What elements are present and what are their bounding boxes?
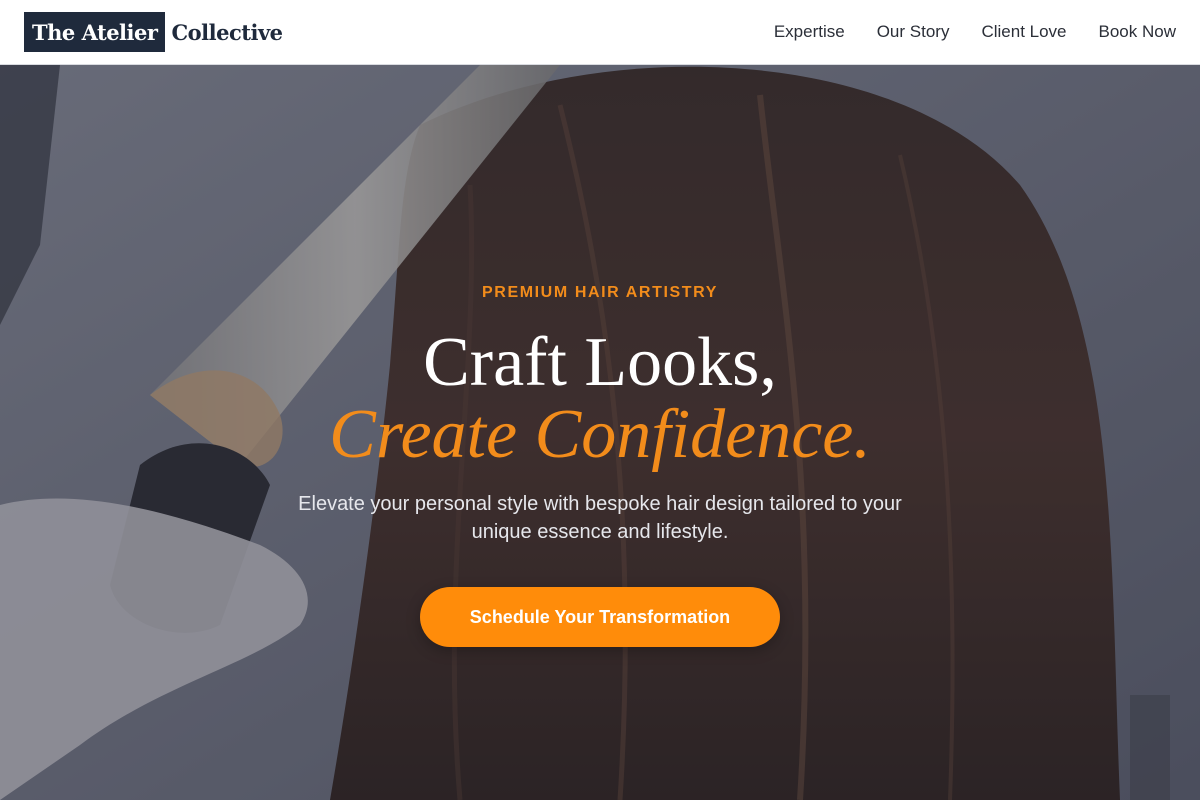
hero-headline-line1: Craft Looks,: [423, 324, 777, 401]
main-nav: Expertise Our Story Client Love Book Now: [742, 22, 1176, 42]
hero-section: PREMIUM HAIR ARTISTRY Craft Looks, Creat…: [0, 65, 1200, 800]
nav-link-expertise[interactable]: Expertise: [774, 22, 845, 42]
nav-link-client-love[interactable]: Client Love: [981, 22, 1066, 42]
hero-subtext: Elevate your personal style with bespoke…: [298, 493, 902, 543]
hero-eyebrow: PREMIUM HAIR ARTISTRY: [482, 284, 718, 301]
logo-boxed-text: The Atelier: [24, 12, 166, 52]
hero-content: PREMIUM HAIR ARTISTRY Craft Looks, Creat…: [0, 65, 1200, 800]
brand-logo[interactable]: The Atelier Collective: [24, 12, 283, 52]
site-header: The Atelier Collective Expertise Our Sto…: [0, 0, 1200, 65]
schedule-transformation-button[interactable]: Schedule Your Transformation: [420, 587, 780, 647]
hero-headline-line2: Create Confidence.: [329, 396, 871, 473]
nav-link-our-story[interactable]: Our Story: [877, 22, 950, 42]
logo-plain-text: Collective: [171, 19, 283, 45]
nav-link-book-now[interactable]: Book Now: [1099, 22, 1176, 42]
